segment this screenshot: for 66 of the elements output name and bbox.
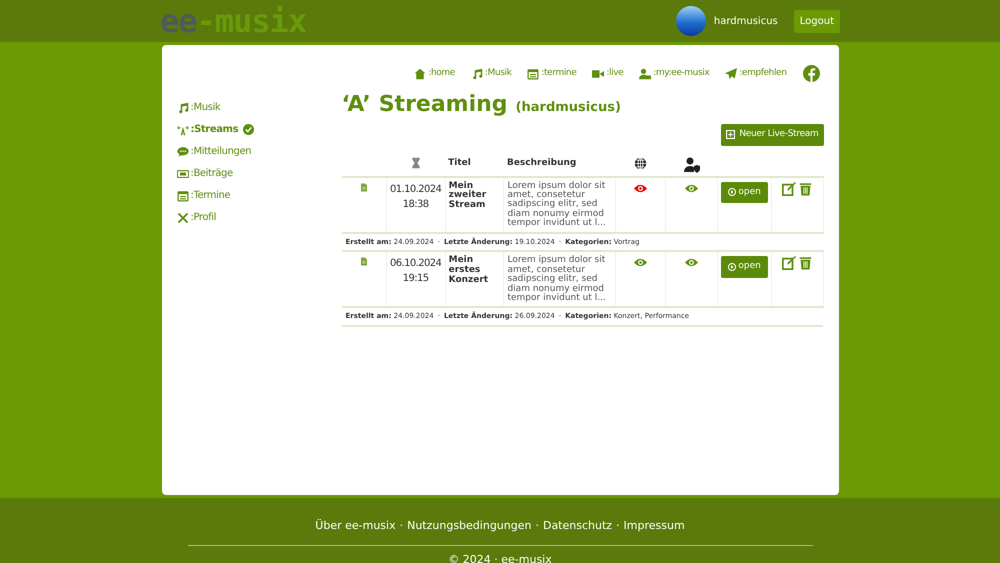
footer-link[interactable]: Nutzungsbedingungen — [407, 519, 532, 532]
logout-button[interactable]: Logout — [794, 10, 840, 32]
check-circle-icon — [243, 124, 254, 135]
calendar-icon — [527, 68, 540, 80]
nav-link[interactable]: :my:ee-musix — [639, 66, 710, 80]
user-shield-icon — [684, 156, 700, 172]
globe-icon — [634, 156, 647, 170]
footer-link[interactable]: Impressum — [624, 519, 685, 532]
date-text: 01.10.2024 — [390, 182, 442, 196]
paper-plane-icon — [725, 68, 738, 80]
page-subtitle: (hardmusicus) — [516, 101, 621, 114]
facebook-link[interactable] — [802, 65, 820, 82]
time-text: 19:15 — [402, 272, 430, 286]
facebook-icon — [802, 65, 820, 82]
edit-icon[interactable] — [782, 256, 796, 270]
username: hardmusicus — [714, 14, 778, 28]
separator-dot: · — [535, 519, 539, 532]
calendar-icon — [176, 190, 188, 202]
user-lock-icon — [639, 68, 652, 80]
open-button[interactable]: open — [721, 182, 768, 203]
hourglass-icon — [410, 156, 422, 168]
edit-icon[interactable] — [782, 182, 796, 196]
trash-icon[interactable] — [799, 182, 812, 196]
time-text: 18:38 — [402, 198, 430, 212]
open-button[interactable]: open — [721, 256, 768, 278]
nav-link[interactable]: :empfehlen — [725, 66, 786, 80]
column-header: Titel — [448, 158, 471, 168]
video-camera-icon — [592, 68, 604, 80]
house-icon — [414, 68, 426, 80]
document-icon — [360, 257, 368, 266]
table-cell: Lorem ipsum dolor sit amet, consetetur sadipscing elitr, sed diam nonumy eirmod tempor invidunt ut l... — [504, 176, 616, 233]
sidebar-item[interactable]: :Mitteilungen — [176, 144, 252, 159]
antenna-icon — [176, 124, 188, 136]
separator-dot: · — [400, 519, 404, 532]
table-cell: Mein zweiter Stream — [445, 176, 504, 233]
play-circle-icon — [728, 262, 736, 271]
sidebar-item[interactable]: :Streams — [176, 122, 254, 137]
sidebar-item[interactable]: :Musik — [176, 100, 220, 115]
speech-bubble-icon — [176, 146, 188, 158]
avatar — [676, 6, 706, 36]
sidebar-item[interactable]: :Profil — [176, 210, 216, 225]
sidebar-item[interactable]: :Termine — [176, 188, 230, 203]
play-circle-icon — [728, 188, 736, 196]
sidebar-item[interactable]: :Beiträge — [176, 166, 233, 181]
plus-square-icon — [726, 130, 736, 140]
footer-link[interactable]: Datenschutz — [542, 519, 612, 532]
separator-dot: · — [616, 519, 620, 532]
music-note-icon — [470, 68, 483, 80]
new-stream-button[interactable]: Neuer Live-Stream — [721, 124, 824, 146]
nav-link[interactable]: :home — [414, 66, 455, 80]
trash-icon[interactable] — [799, 256, 812, 270]
table-cell: Mein erstes Konzert — [445, 251, 504, 308]
antenna-icon: ‘A’ — [342, 94, 371, 116]
footer-link[interactable]: Über ee-musix — [315, 519, 396, 532]
ticket-icon — [176, 168, 188, 180]
music-note-icon — [176, 102, 188, 114]
column-header: Beschreibung — [506, 158, 576, 168]
nav-link[interactable]: :live — [592, 66, 624, 80]
copyright-text: © 2024 · ee-musix — [447, 552, 553, 563]
tools-icon — [176, 212, 188, 224]
nav-link[interactable]: :Musik — [470, 66, 512, 80]
table-cell: Lorem ipsum dolor sit amet, consetetur sadipscing elitr, sed diam nonumy eirmod tempor invidunt ut l... — [504, 251, 616, 308]
date-text: 06.10.2024 — [390, 257, 442, 272]
nav-link[interactable]: :termine — [527, 66, 576, 80]
document-icon — [360, 182, 368, 192]
page-title: Streaming — [378, 94, 508, 116]
